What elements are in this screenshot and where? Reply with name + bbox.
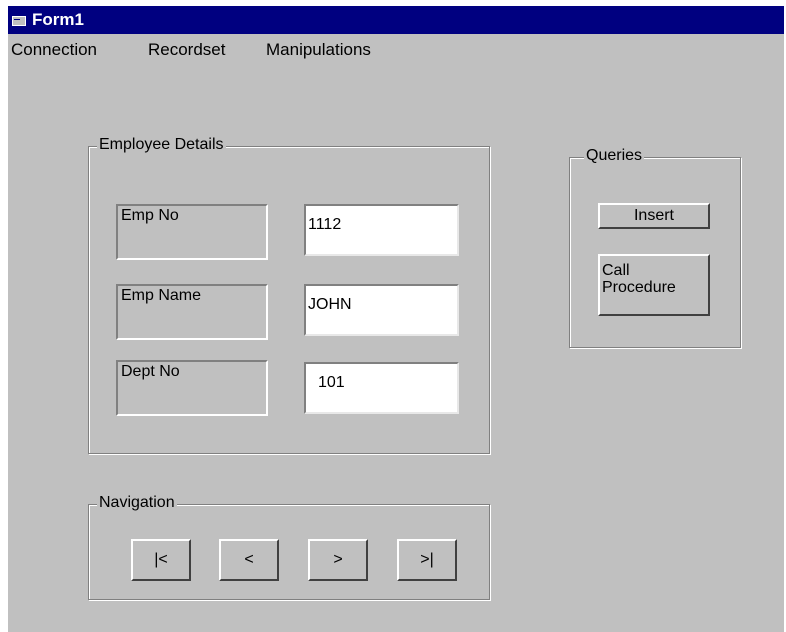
employee-details-frame: Employee Details Emp No 1112 Emp Name JO… xyxy=(88,135,490,454)
window-title: Form1 xyxy=(32,10,84,29)
menu-connection[interactable]: Connection xyxy=(11,40,97,60)
form-icon[interactable] xyxy=(12,13,26,26)
form-window: Form1 Connection Recordset Manipulations… xyxy=(8,6,784,632)
emp-name-input[interactable]: JOHN xyxy=(304,284,459,336)
last-record-button[interactable]: >| xyxy=(397,539,457,581)
previous-record-button[interactable]: < xyxy=(219,539,279,581)
queries-frame: Queries Insert Call Procedure xyxy=(569,146,741,348)
dept-no-label: Dept No xyxy=(116,360,268,416)
menu-manipulations[interactable]: Manipulations xyxy=(266,40,371,60)
insert-button[interactable]: Insert xyxy=(598,203,710,229)
title-bar[interactable]: Form1 xyxy=(8,6,784,34)
navigation-frame: Navigation |< < > >| xyxy=(88,493,490,600)
queries-caption: Queries xyxy=(584,146,645,166)
emp-name-label: Emp Name xyxy=(116,284,268,340)
next-record-button[interactable]: > xyxy=(308,539,368,581)
dept-no-input[interactable]: 101 xyxy=(304,362,459,414)
menu-bar: Connection Recordset Manipulations xyxy=(8,34,784,64)
emp-no-input[interactable]: 1112 xyxy=(304,204,459,256)
call-procedure-button[interactable]: Call Procedure xyxy=(598,254,710,316)
menu-recordset[interactable]: Recordset xyxy=(148,40,225,60)
navigation-caption: Navigation xyxy=(97,493,177,513)
first-record-button[interactable]: |< xyxy=(131,539,191,581)
call-procedure-label-line2: Procedure xyxy=(602,279,676,296)
employee-details-caption: Employee Details xyxy=(97,135,226,155)
emp-no-label: Emp No xyxy=(116,204,268,260)
call-procedure-label-line1: Call xyxy=(602,262,630,279)
